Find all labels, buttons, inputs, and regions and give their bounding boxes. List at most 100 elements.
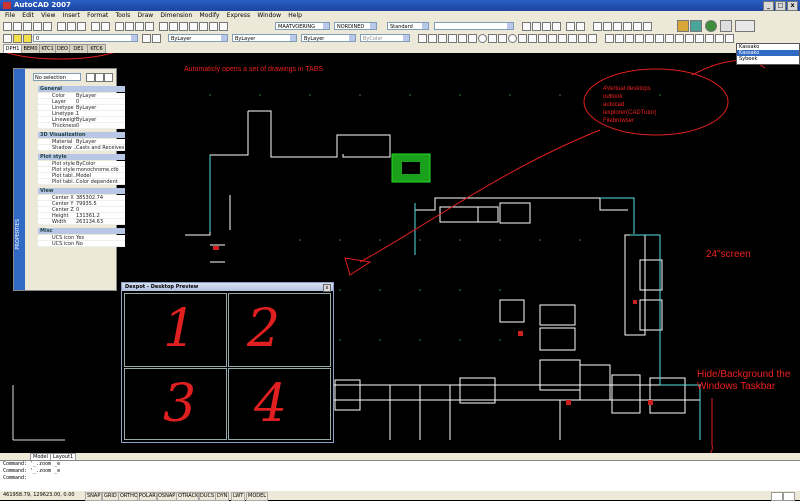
construction-line-icon[interactable]	[428, 34, 437, 43]
rectangle-icon[interactable]	[458, 34, 467, 43]
stop-icon[interactable]	[542, 22, 551, 31]
cut-icon[interactable]	[57, 22, 66, 31]
property-value[interactable]: 263134.63	[76, 219, 124, 225]
desktop-3-preview[interactable]: 3	[124, 368, 227, 440]
mirror-icon[interactable]	[625, 34, 634, 43]
arc-icon[interactable]	[468, 34, 477, 43]
menu-file[interactable]: File	[5, 11, 15, 20]
menu-express[interactable]: Express	[227, 11, 250, 20]
preview-icon[interactable]	[43, 22, 52, 31]
extend-icon[interactable]	[705, 34, 714, 43]
linetype-combo[interactable]: ByLayer	[232, 34, 297, 42]
menu-modify[interactable]: Modify	[200, 11, 220, 20]
polyline-icon[interactable]	[438, 34, 447, 43]
plotstyle-combo[interactable]: ByColor	[360, 34, 410, 42]
menu-help[interactable]: Help	[288, 11, 302, 20]
dropdown-item-sybeek[interactable]: Sybeek	[737, 56, 799, 62]
new-icon[interactable]	[3, 22, 12, 31]
stretch-icon[interactable]	[685, 34, 694, 43]
line-icon[interactable]	[418, 34, 427, 43]
layer-combo[interactable]: 0	[33, 34, 138, 42]
multiline-text-icon[interactable]	[588, 34, 597, 43]
selection-combo[interactable]: No selection	[33, 73, 81, 81]
layer-dropdown[interactable]: Kassako Kassako Sybeek	[736, 43, 800, 65]
trim-icon[interactable]	[695, 34, 704, 43]
ellipse-icon[interactable]	[508, 34, 517, 43]
home-icon[interactable]	[566, 22, 575, 31]
offset-icon[interactable]	[635, 34, 644, 43]
justify-text-icon[interactable]	[643, 22, 652, 31]
autocad-launch-icon[interactable]	[690, 20, 702, 32]
menu-draw[interactable]: Draw	[137, 11, 153, 20]
hatch-icon[interactable]	[548, 34, 557, 43]
menu-edit[interactable]: Edit	[22, 11, 34, 20]
menu-dimension[interactable]: Dimension	[160, 11, 192, 20]
desktop-4-preview[interactable]: 4	[228, 368, 331, 440]
dimstyle-combo[interactable]: MAATVOERING	[275, 22, 330, 30]
property-row[interactable]: Plot tabl... Color dependent	[38, 179, 125, 185]
autocad-app-icon[interactable]	[3, 2, 11, 9]
scale-text-icon[interactable]	[633, 22, 642, 31]
menu-tools[interactable]: Tools	[115, 11, 130, 20]
workspace-combo[interactable]	[434, 22, 514, 30]
layer-previous-icon[interactable]	[152, 34, 161, 43]
undo-icon[interactable]	[91, 22, 100, 31]
markup-icon[interactable]	[199, 22, 208, 31]
command-line[interactable]: Command: '_.zoom _e Command: '_.zoom _e …	[0, 460, 800, 492]
erase-icon[interactable]	[605, 34, 614, 43]
property-row[interactable]: Thickness 0	[38, 123, 125, 129]
pan-icon[interactable]	[115, 22, 124, 31]
mtext-icon[interactable]	[603, 22, 612, 31]
menu-window[interactable]: Window	[257, 11, 281, 20]
region-icon[interactable]	[568, 34, 577, 43]
layer-manager-icon[interactable]	[3, 34, 12, 43]
forward-icon[interactable]	[532, 22, 541, 31]
property-row[interactable]: UCS icon ...No	[38, 241, 125, 247]
find-text-icon[interactable]	[613, 22, 622, 31]
tool-palettes-icon[interactable]	[179, 22, 188, 31]
redo-icon[interactable]	[101, 22, 110, 31]
property-value[interactable]: 0	[76, 123, 124, 129]
properties-section-header[interactable]: Plot style	[38, 154, 125, 160]
text-a-icon[interactable]	[593, 22, 602, 31]
insert-block-icon[interactable]	[518, 34, 527, 43]
gradient-icon[interactable]	[558, 34, 567, 43]
menu-view[interactable]: View	[41, 11, 55, 20]
array-icon[interactable]	[645, 34, 654, 43]
lineweight-combo[interactable]: ByLayer	[301, 34, 356, 42]
back-icon[interactable]	[522, 22, 531, 31]
toggle-pickadd-icon[interactable]	[86, 73, 95, 82]
quick-select-icon[interactable]	[104, 73, 113, 82]
sheet-set-icon[interactable]	[189, 22, 198, 31]
make-block-icon[interactable]	[528, 34, 537, 43]
internet-explorer-icon[interactable]	[705, 20, 717, 32]
desktop-2-preview[interactable]: 2	[228, 293, 331, 367]
property-row[interactable]: Width 263134.63	[38, 219, 125, 225]
menu-insert[interactable]: Insert	[63, 11, 80, 20]
move-icon[interactable]	[655, 34, 664, 43]
property-row[interactable]: Shadow ...Casts and Receives ...	[38, 145, 125, 151]
layer-state-icon[interactable]	[13, 34, 22, 43]
properties-section-header[interactable]: Misc	[38, 228, 125, 234]
select-objects-icon[interactable]	[95, 73, 104, 82]
scale-icon[interactable]	[675, 34, 684, 43]
zoom-window-icon[interactable]	[135, 22, 144, 31]
make-current-layer-icon[interactable]	[142, 34, 151, 43]
zoom-realtime-icon[interactable]	[125, 22, 134, 31]
textstyle-combo[interactable]: NORDINED	[334, 22, 377, 30]
copy-icon[interactable]	[67, 22, 76, 31]
property-value[interactable]: No	[76, 241, 124, 247]
property-value[interactable]: Casts and Receives ...	[76, 145, 124, 151]
properties-section-header[interactable]: General	[38, 86, 125, 92]
copy-object-icon[interactable]	[615, 34, 624, 43]
circle-icon[interactable]	[478, 34, 487, 43]
properties-section-header[interactable]: View	[38, 188, 125, 194]
outlook-icon[interactable]	[677, 20, 689, 32]
help-icon[interactable]	[219, 22, 228, 31]
rotate-icon[interactable]	[665, 34, 674, 43]
command-prompt[interactable]: Command:	[0, 475, 800, 482]
file-browser-icon[interactable]	[735, 20, 755, 32]
plot-icon[interactable]	[33, 22, 42, 31]
point-icon[interactable]	[538, 34, 547, 43]
save-icon[interactable]	[23, 22, 32, 31]
